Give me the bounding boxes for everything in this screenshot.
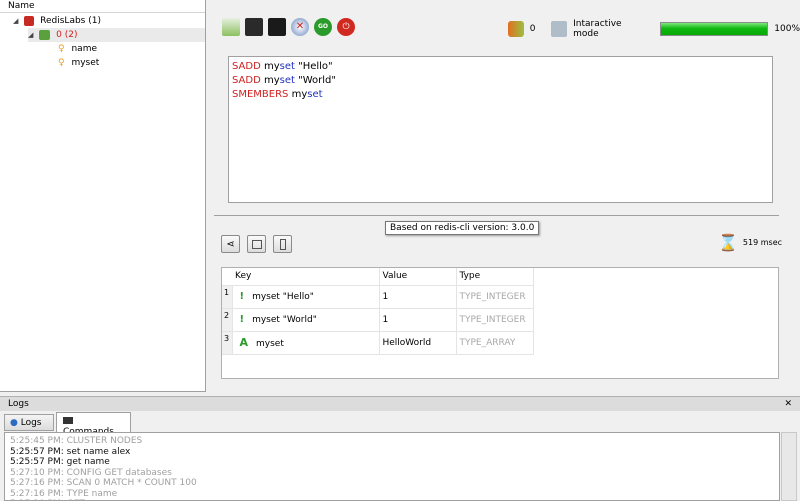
editor-line: SADD myset "Hello" — [232, 60, 769, 74]
result-view-toolbar: ⋖ — [221, 235, 292, 253]
type-cell: TYPE_INTEGER — [456, 308, 534, 332]
code-token: SMEMBERS — [232, 89, 292, 100]
progress-bar — [660, 22, 769, 36]
code-token: set — [279, 61, 295, 72]
key-icon: ♀ — [58, 58, 65, 68]
row-number: 1 — [222, 285, 233, 309]
stop-icon[interactable]: ⏻ — [337, 18, 355, 36]
connection-tree-panel: Name ◢ RedisLabs (1) ◢ 0 (2) ♀ name ♀ my… — [0, 0, 206, 392]
log-line: 5:27:10 PM: CONFIG GET databases — [10, 467, 172, 478]
commands-log: 5:25:45 PM: CLUSTER NODES 5:25:57 PM: set… — [4, 432, 780, 501]
tree-view-button[interactable]: ⋖ — [221, 235, 240, 253]
code-token: "World" — [294, 75, 336, 86]
tree-item-key[interactable]: ♀ myset — [58, 56, 99, 70]
text-view-button[interactable] — [273, 235, 292, 253]
save-as-icon[interactable] — [268, 18, 286, 36]
tree-item-server[interactable]: ◢ RedisLabs (1) — [13, 14, 101, 28]
progress-fill — [661, 23, 768, 35]
value-cell[interactable]: HelloWorld — [379, 331, 457, 355]
main-toolbar: ✕ GO ⏻ — [222, 18, 355, 36]
integer-icon: ! — [239, 291, 245, 302]
row-number: 3 — [222, 331, 233, 355]
table-row[interactable]: 1 ! myset "Hello" 1 TYPE_INTEGER — [222, 285, 534, 309]
key-cell[interactable]: ! myset "Hello" — [232, 285, 380, 309]
database-icon — [39, 29, 51, 40]
log-line: 5:27:16 PM: TYPE name — [10, 488, 118, 499]
key-cell[interactable]: Amyset — [232, 331, 380, 355]
panel-icon — [279, 238, 286, 250]
code-token: set — [307, 89, 323, 100]
results-table: Key Value Type 1 ! myset "Hello" 1 TYPE_I… — [221, 267, 779, 379]
table-view-button[interactable] — [247, 235, 266, 253]
console-icon — [63, 417, 73, 424]
column-header-value[interactable]: Value — [379, 268, 457, 286]
code-token: my — [263, 75, 280, 86]
execution-time: ⌛ 519 msec — [718, 233, 783, 252]
logs-title-bar: Logs ✕ — [0, 397, 800, 411]
code-token: my — [291, 89, 308, 100]
log-line: 5:25:45 PM: CLUSTER NODES — [10, 436, 143, 446]
key-icon: ♀ — [58, 44, 65, 54]
value-cell[interactable]: 1 — [379, 308, 457, 332]
integer-icon: ! — [239, 314, 245, 325]
log-line: 5:27:16 PM: SCAN 0 MATCH * COUNT 100 — [10, 478, 197, 488]
status-area: 0 Intaractive mode 100% — [508, 19, 800, 39]
command-editor[interactable]: SADD myset "Hello" SADD myset "World" SMEM… — [228, 56, 773, 203]
column-header-key[interactable]: Key — [232, 268, 380, 286]
value-cell[interactable]: 1 — [379, 285, 457, 309]
tab-logs[interactable]: ● Logs — [4, 414, 54, 431]
close-logs-button[interactable]: ✕ — [784, 397, 792, 411]
interactive-mode-icon[interactable] — [551, 21, 568, 37]
redis-server-icon — [24, 15, 35, 26]
databases-icon — [508, 21, 524, 37]
column-header-type[interactable]: Type — [456, 268, 534, 286]
table-row[interactable]: 3 Amyset HelloWorld TYPE_ARRAY — [222, 331, 534, 355]
tree-item-db[interactable]: ◢ 0 (2) — [28, 28, 205, 42]
run-go-icon[interactable]: GO — [314, 18, 332, 36]
type-cell: TYPE_INTEGER — [456, 285, 534, 309]
editor-line: SADD myset "World" — [232, 74, 769, 88]
splitter[interactable] — [214, 215, 779, 216]
array-icon: A — [239, 336, 249, 349]
code-token: SADD — [232, 61, 264, 72]
hourglass-icon: ⌛ — [718, 233, 738, 252]
log-scrollbar[interactable] — [781, 432, 797, 501]
clear-icon[interactable]: ✕ — [291, 18, 309, 36]
code-token: set — [279, 75, 295, 86]
code-token: "Hello" — [294, 61, 333, 72]
logs-icon: ● — [10, 418, 18, 428]
row-number: 2 — [222, 308, 233, 332]
table-icon — [251, 239, 262, 249]
table-row[interactable]: 2 ! myset "World" 1 TYPE_INTEGER — [222, 308, 534, 332]
version-tooltip: Based on redis-cli version: 3.0.0 — [385, 221, 540, 235]
tree-item-key[interactable]: ♀ name — [58, 42, 97, 56]
tree-header: Name — [0, 0, 205, 13]
save-icon[interactable] — [245, 18, 263, 36]
log-line: 5:25:57 PM: get name — [10, 457, 110, 467]
type-cell: TYPE_ARRAY — [456, 331, 534, 355]
logs-panel: Logs ✕ ● Logs Commands 5:25:45 PM: CLUST… — [0, 396, 800, 501]
code-token: my — [263, 61, 280, 72]
key-cell[interactable]: ! myset "World" — [232, 308, 380, 332]
tab-commands[interactable]: Commands — [56, 412, 131, 437]
log-line: 5:25:57 PM: set name alex — [10, 446, 131, 457]
new-console-icon[interactable] — [222, 18, 240, 36]
editor-line: SMEMBERS myset — [232, 88, 769, 102]
code-token: SADD — [232, 75, 264, 86]
share-tree-icon: ⋖ — [226, 238, 235, 250]
